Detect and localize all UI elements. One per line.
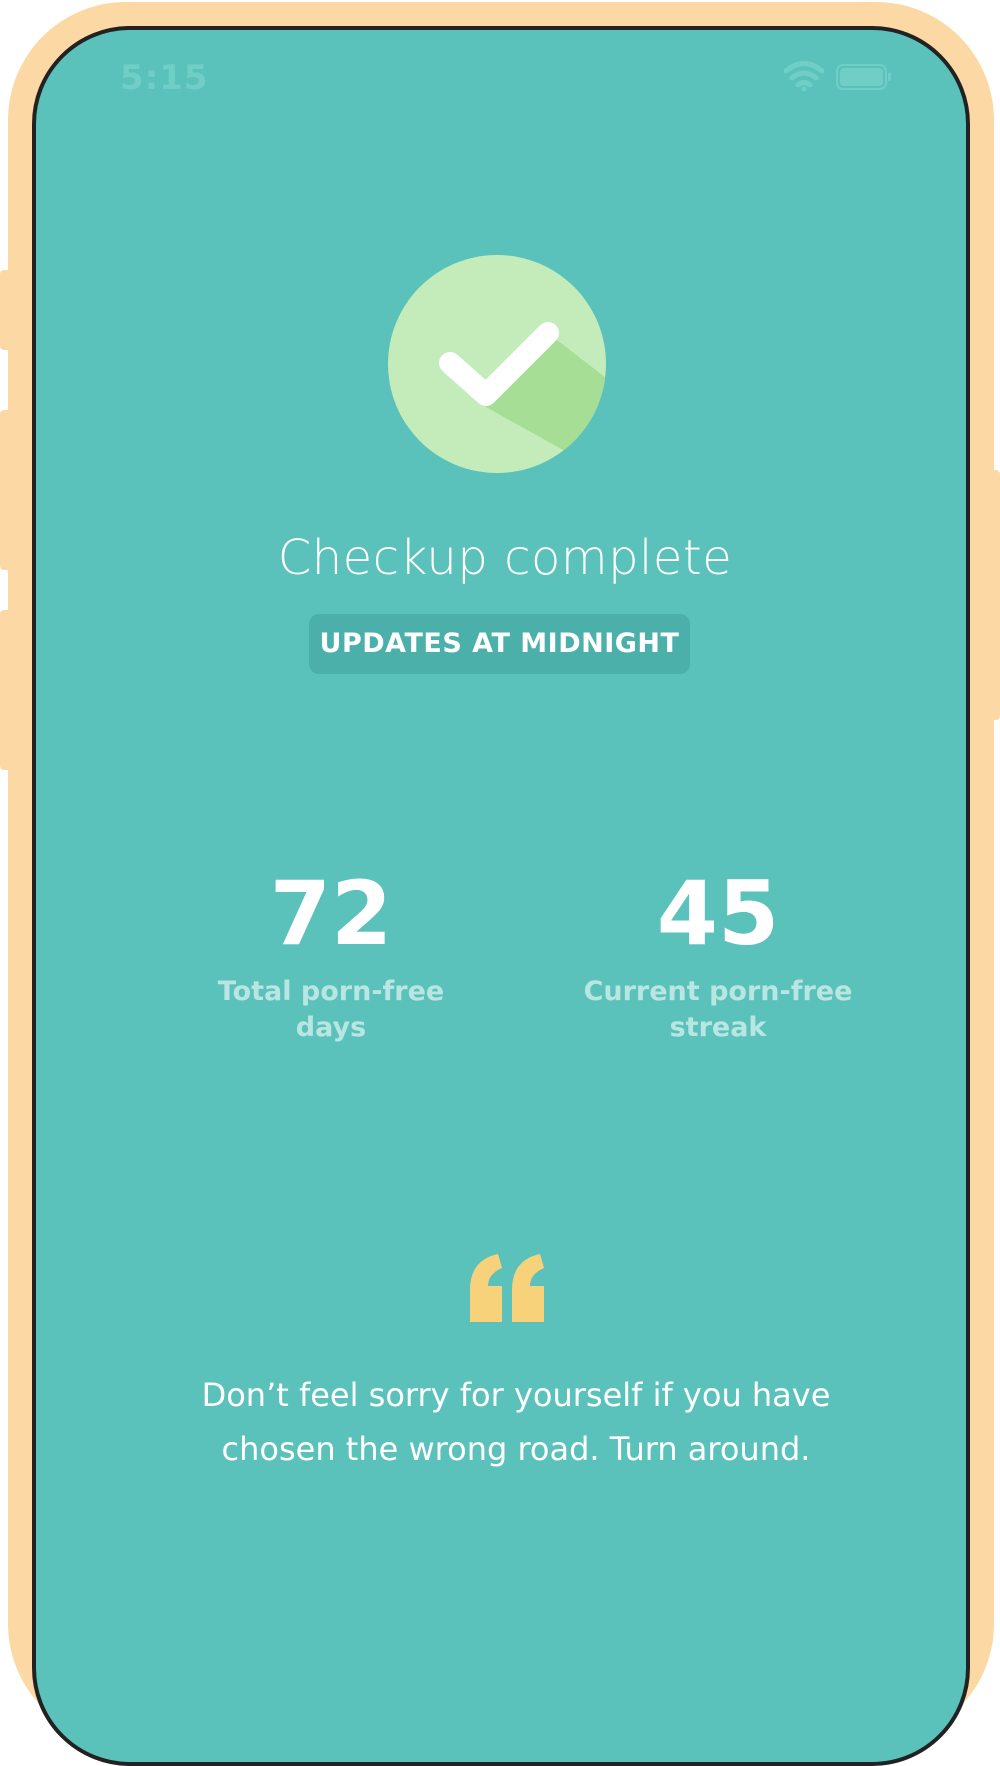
- status-bar: 5:15: [36, 30, 966, 130]
- wifi-icon: [784, 61, 824, 92]
- quote-text: Don’t feel sorry for yourself if you hav…: [176, 1368, 856, 1476]
- status-time: 5:15: [120, 58, 209, 98]
- page-title: Checkup complete: [277, 530, 733, 586]
- current-streak-value: 45: [656, 862, 780, 965]
- side-button-left: [0, 410, 14, 570]
- total-days-label-line2: days: [295, 1012, 367, 1043]
- quote-line2: chosen the wrong road. Turn around.: [221, 1430, 811, 1468]
- quote-line1: Don’t feel sorry for yourself if you hav…: [201, 1376, 831, 1414]
- side-button-left: [0, 270, 14, 350]
- quote-mark-icon: [470, 1254, 544, 1322]
- updates-badge: UPDATES AT MIDNIGHT: [309, 614, 690, 674]
- side-button-right: [986, 470, 1000, 720]
- checkmark-circle-icon: [388, 255, 606, 473]
- side-button-left: [0, 610, 14, 770]
- battery-icon: [836, 64, 891, 90]
- current-streak-label-line2: streak: [669, 1012, 767, 1043]
- current-streak-label: Current porn-free streak: [568, 974, 868, 1046]
- total-days-label-line1: Total porn-free: [217, 976, 445, 1007]
- current-streak-label-line1: Current porn-free: [583, 976, 853, 1007]
- total-days-label: Total porn-free days: [181, 974, 481, 1046]
- total-days-value: 72: [269, 862, 393, 965]
- app-screen: 5:15 Checkup complete UPDATES AT MIDNIGH…: [32, 26, 970, 1766]
